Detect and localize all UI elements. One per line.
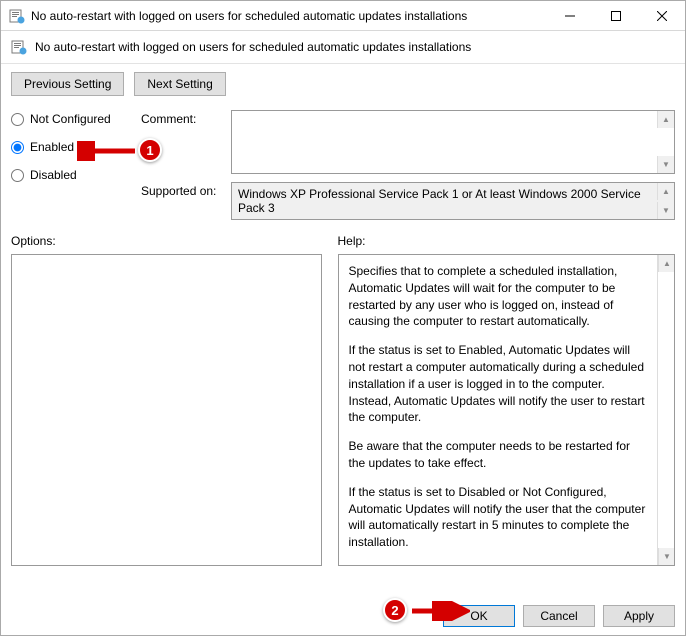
options-box	[11, 254, 322, 566]
scroll-up-icon[interactable]: ▲	[657, 111, 674, 128]
window-title: No auto-restart with logged on users for…	[31, 9, 547, 23]
help-p5: Note: This policy applies only when Auto…	[349, 563, 648, 565]
radio-disabled-label: Disabled	[30, 168, 77, 182]
scroll-down-icon[interactable]: ▼	[658, 548, 675, 565]
apply-button[interactable]: Apply	[603, 605, 675, 627]
options-label: Options:	[11, 234, 322, 248]
ok-button[interactable]: OK	[443, 605, 515, 627]
close-button[interactable]	[639, 1, 685, 31]
scroll-down-icon[interactable]: ▼	[657, 202, 674, 219]
comment-value	[232, 111, 657, 173]
config-section: Not Configured Enabled Disabled Comment:…	[1, 104, 685, 220]
annotation-badge-2: 2	[383, 598, 407, 622]
options-pane: Options:	[11, 234, 322, 566]
radio-not-configured[interactable]: Not Configured	[11, 112, 121, 126]
radio-enabled[interactable]: Enabled	[11, 140, 121, 154]
minimize-button[interactable]	[547, 1, 593, 31]
help-p2: If the status is set to Enabled, Automat…	[349, 342, 648, 426]
radio-not-configured-input[interactable]	[11, 113, 24, 126]
radio-disabled-input[interactable]	[11, 169, 24, 182]
header-subtitle: No auto-restart with logged on users for…	[35, 40, 471, 54]
comment-label: Comment:	[141, 110, 223, 126]
help-content: Specifies that to complete a scheduled i…	[339, 255, 658, 565]
scroll-down-icon[interactable]: ▼	[657, 156, 674, 173]
maximize-button[interactable]	[593, 1, 639, 31]
radio-enabled-label: Enabled	[30, 140, 74, 154]
header-bar: No auto-restart with logged on users for…	[1, 31, 685, 64]
help-box: Specifies that to complete a scheduled i…	[338, 254, 676, 566]
supported-label: Supported on:	[141, 182, 223, 198]
help-p1: Specifies that to complete a scheduled i…	[349, 263, 648, 330]
policy-icon	[9, 8, 25, 24]
scroll-up-icon[interactable]: ▲	[658, 255, 675, 272]
radio-disabled[interactable]: Disabled	[11, 168, 121, 182]
next-setting-button[interactable]: Next Setting	[134, 72, 225, 96]
radio-not-configured-label: Not Configured	[30, 112, 111, 126]
help-pane: Help: Specifies that to complete a sched…	[338, 234, 676, 566]
scroll-up-icon[interactable]: ▲	[657, 183, 674, 200]
help-p3: Be aware that the computer needs to be r…	[349, 438, 648, 472]
cancel-button[interactable]: Cancel	[523, 605, 595, 627]
footer-buttons: OK Cancel Apply	[443, 605, 675, 627]
state-radio-group: Not Configured Enabled Disabled	[11, 110, 121, 220]
options-content	[12, 255, 321, 565]
previous-setting-button[interactable]: Previous Setting	[11, 72, 124, 96]
supported-textbox: Windows XP Professional Service Pack 1 o…	[231, 182, 675, 220]
comment-textbox[interactable]: ▲ ▼	[231, 110, 675, 174]
policy-icon	[11, 39, 27, 55]
radio-enabled-input[interactable]	[11, 141, 24, 154]
help-p4: If the status is set to Disabled or Not …	[349, 484, 648, 551]
nav-bar: Previous Setting Next Setting	[1, 64, 685, 104]
bottom-section: Options: Help: Specifies that to complet…	[1, 220, 685, 566]
titlebar: No auto-restart with logged on users for…	[1, 1, 685, 31]
help-label: Help:	[338, 234, 676, 248]
supported-value: Windows XP Professional Service Pack 1 o…	[232, 183, 657, 219]
